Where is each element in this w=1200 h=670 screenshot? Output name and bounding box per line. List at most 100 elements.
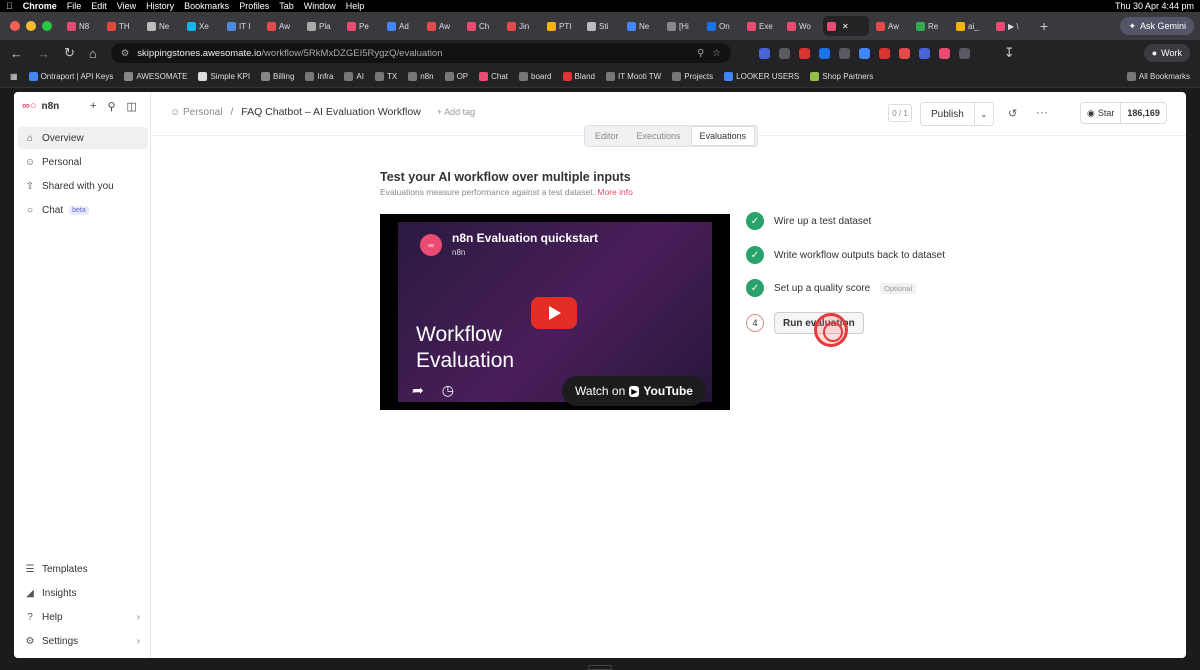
back-button[interactable]: ← [10, 46, 23, 61]
sidebar-item-chat[interactable]: ○ Chat beta [18, 199, 148, 221]
site-info-icon[interactable]: ⚙ [121, 48, 130, 59]
menu-view[interactable]: View [117, 1, 136, 11]
history-icon[interactable]: ↺ [1008, 107, 1017, 120]
menu-file[interactable]: File [67, 1, 82, 11]
bookmark-star-icon[interactable]: ☆ [712, 48, 721, 59]
reload-button[interactable]: ↻ [64, 45, 75, 61]
browser-tab[interactable]: Sti [583, 16, 620, 36]
browser-tab[interactable]: N8 [63, 16, 100, 36]
extensions-puzzle-icon[interactable] [958, 47, 970, 59]
bookmark-item[interactable]: Ontraport | API Keys [28, 72, 113, 81]
zoom-icon[interactable]: ⚲ [697, 48, 704, 59]
watch-on-youtube-button[interactable]: Watch on ▶ YouTube [562, 376, 706, 406]
minimize-window-button[interactable] [26, 21, 36, 31]
extension-icon[interactable] [878, 47, 890, 59]
video-embed[interactable]: ∞ n8n Evaluation quickstart n8n Workflow… [380, 214, 730, 410]
extension-icon[interactable] [898, 47, 910, 59]
extension-icon[interactable] [758, 47, 770, 59]
video-title[interactable]: n8n Evaluation quickstart [452, 231, 598, 245]
browser-tab[interactable]: Wo [783, 16, 820, 36]
publish-button[interactable]: Publish ⌄ [920, 102, 994, 126]
watch-later-icon[interactable]: ◷ [442, 382, 454, 399]
search-icon[interactable]: ⚲ [107, 100, 115, 113]
bookmark-item[interactable]: LOOKER USERS [724, 72, 799, 81]
browser-tab[interactable]: Re [912, 16, 949, 36]
bookmark-folder[interactable]: Projects [672, 72, 713, 81]
bookmark-item[interactable]: board [519, 72, 552, 81]
browser-tab[interactable]: Aw [423, 16, 460, 36]
bookmark-folder[interactable]: Infra [305, 72, 333, 81]
extension-icon[interactable] [778, 47, 790, 59]
browser-tab[interactable]: Aw [263, 16, 300, 36]
browser-tab[interactable]: Ad [383, 16, 420, 36]
extension-icon[interactable] [858, 47, 870, 59]
menu-window[interactable]: Window [304, 1, 336, 11]
close-tab-icon[interactable]: ✕ [842, 22, 849, 31]
more-options-icon[interactable]: ··· [1036, 105, 1048, 119]
bookmark-folder[interactable]: n8n [408, 72, 434, 81]
home-button[interactable]: ⌂ [89, 46, 97, 61]
sidebar-item-personal[interactable]: ☺ Personal [18, 151, 148, 173]
workflow-title[interactable]: FAQ Chatbot – AI Evaluation Workflow [241, 106, 421, 118]
bookmark-folder[interactable]: AI [344, 72, 364, 81]
share-icon[interactable]: ➦ [412, 382, 424, 399]
browser-tab[interactable]: On [703, 16, 740, 36]
sidebar-item-help[interactable]: ? Help › [18, 606, 148, 628]
collapse-sidebar-icon[interactable]: ◫ [127, 100, 137, 113]
browser-tab[interactable]: Pla [303, 16, 340, 36]
app-name[interactable]: Chrome [23, 1, 57, 11]
close-window-button[interactable] [10, 21, 20, 31]
browser-tab[interactable]: IT I [223, 16, 260, 36]
n8n-logo[interactable]: ∞○ n8n [22, 100, 59, 112]
extension-icon[interactable] [918, 47, 930, 59]
apple-icon[interactable]:  [6, 1, 13, 11]
browser-tab[interactable]: Ne [623, 16, 660, 36]
all-bookmarks-folder[interactable]: All Bookmarks [1126, 72, 1190, 81]
more-info-link[interactable]: More info [597, 187, 632, 197]
channel-avatar[interactable]: ∞ [420, 234, 442, 256]
bookmark-item[interactable]: Simple KPI [198, 72, 250, 81]
bookmark-item[interactable]: AWESOMATE [124, 72, 187, 81]
sidebar-item-insights[interactable]: ◢ Insights [18, 582, 148, 604]
profile-button[interactable]: ● Work [1143, 44, 1190, 62]
extension-icon[interactable] [798, 47, 810, 59]
extension-icon[interactable] [818, 47, 830, 59]
sidebar-item-templates[interactable]: ☰ Templates [18, 558, 148, 580]
browser-tab[interactable]: Aw [872, 16, 909, 36]
add-icon[interactable]: + [90, 100, 96, 113]
bookmark-item[interactable]: Shop Partners [810, 72, 873, 81]
tab-evaluations[interactable]: Evaluations [690, 126, 756, 146]
browser-tab[interactable]: Xe [183, 16, 220, 36]
browser-tab[interactable]: Exe [743, 16, 780, 36]
zoom-window-button[interactable] [42, 21, 52, 31]
github-star-button[interactable]: ◉ Star 186,169 [1080, 102, 1167, 124]
browser-tab[interactable]: Pe [343, 16, 380, 36]
menu-profiles[interactable]: Profiles [239, 1, 269, 11]
new-tab-button[interactable]: + [1032, 18, 1056, 34]
bookmark-item[interactable]: Billing [261, 72, 294, 81]
browser-tab[interactable]: PTI [543, 16, 580, 36]
chevron-down-icon[interactable]: ⌄ [973, 103, 993, 125]
browser-tab[interactable]: Ne [143, 16, 180, 36]
bookmark-folder[interactable]: OP [444, 72, 468, 81]
menu-edit[interactable]: Edit [91, 1, 107, 11]
add-tag-button[interactable]: + Add tag [437, 107, 475, 117]
browser-tab[interactable]: TH [103, 16, 140, 36]
menu-history[interactable]: History [146, 1, 174, 11]
menu-tab[interactable]: Tab [279, 1, 294, 11]
bookmark-item[interactable]: Chat [479, 72, 508, 81]
sidebar-item-shared[interactable]: ⇧ Shared with you [18, 175, 148, 197]
bookmark-folder[interactable]: TX [374, 72, 397, 81]
ask-gemini-button[interactable]: ✦ Ask Gemini [1120, 17, 1194, 35]
browser-tab[interactable]: Ch [463, 16, 500, 36]
url-field[interactable]: ⚙ skippingstones.awesomate.io/workflow/5… [110, 43, 731, 63]
youtube-play-icon[interactable] [531, 297, 577, 329]
bookmark-folder[interactable]: IT Mooti TW [605, 72, 661, 81]
breadcrumb-personal[interactable]: ☺ Personal [170, 107, 222, 118]
download-icon[interactable]: ↧ [1004, 45, 1015, 61]
browser-tab[interactable]: ai_ [952, 16, 989, 36]
forward-button[interactable]: → [37, 46, 50, 61]
browser-tab[interactable]: Jin [503, 16, 540, 36]
menu-help[interactable]: Help [346, 1, 365, 11]
menu-bookmarks[interactable]: Bookmarks [184, 1, 229, 11]
